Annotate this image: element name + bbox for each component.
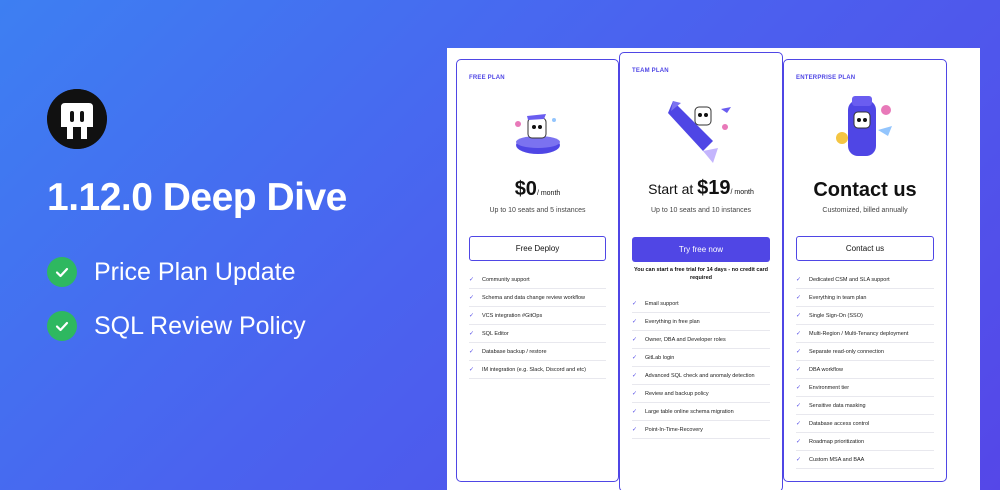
feature-sql-review: SQL Review Policy: [47, 311, 306, 341]
check-icon: ✓: [796, 457, 802, 463]
plan-label: FREE PLAN: [469, 75, 505, 81]
list-item: ✓ Everything in free plan: [632, 313, 770, 331]
list-item: ✓ Single Sign-On (SSO): [796, 307, 934, 325]
check-icon: ✓: [469, 277, 475, 283]
list-item: ✓ Environment tier: [796, 379, 934, 397]
list-item: ✓ Advanced SQL check and anomaly detectio…: [632, 367, 770, 385]
check-icon: ✓: [632, 337, 638, 343]
check-icon: ✓: [796, 313, 802, 319]
plan-feature-list: ✓ Email support ✓ Everything in free plan …: [632, 295, 770, 439]
team-plan-rocket-illustration-icon: [663, 93, 739, 165]
check-icon: ✓: [796, 367, 802, 373]
check-icon: ✓: [796, 439, 802, 445]
list-item: ✓ Dedicated CSM and SLA support: [796, 271, 934, 289]
check-icon: ✓: [632, 301, 638, 307]
page-title: 1.12.0 Deep Dive: [47, 176, 347, 219]
list-item: ✓ Sensitive data masking: [796, 397, 934, 415]
list-item: ✓ Multi-Region / Multi-Tenancy deployment: [796, 325, 934, 343]
list-item: ✓ Community support: [469, 271, 606, 289]
list-item: ✓ Point-In-Time-Recovery: [632, 421, 770, 439]
list-item: ✓ Review and backup policy: [632, 385, 770, 403]
list-item: ✓ Everything in team plan: [796, 289, 934, 307]
free-deploy-button[interactable]: Free Deploy: [469, 236, 606, 261]
check-icon: ✓: [469, 367, 475, 373]
plan-subtitle: Up to 10 seats and 10 instances: [650, 207, 751, 214]
bytebase-logo-icon: [47, 89, 107, 149]
check-icon: ✓: [796, 349, 802, 355]
list-item: ✓ Custom MSA and BAA: [796, 451, 934, 469]
check-icon: ✓: [796, 385, 802, 391]
plan-card-enterprise: ENTERPRISE PLAN Contact us Customized, b…: [783, 59, 947, 482]
try-free-now-button[interactable]: Try free now: [632, 237, 770, 262]
plan-price: $0/ month: [514, 178, 561, 200]
feature-label: SQL Review Policy: [94, 311, 306, 340]
list-item: ✓ Database backup / restore: [469, 343, 606, 361]
check-icon: ✓: [632, 319, 638, 325]
contact-us-button[interactable]: Contact us: [796, 236, 934, 261]
list-item: ✓ Database access control: [796, 415, 934, 433]
check-icon: ✓: [796, 403, 802, 409]
list-item: ✓ IM integration (e.g. Slack, Discord and…: [469, 361, 606, 379]
list-item: ✓ DBA workflow: [796, 361, 934, 379]
check-icon: ✓: [632, 409, 638, 415]
check-icon: ✓: [469, 313, 475, 319]
check-icon: ✓: [796, 295, 802, 301]
check-icon: ✓: [796, 331, 802, 337]
check-icon: ✓: [632, 427, 638, 433]
enterprise-plan-illustration-icon: [830, 90, 900, 166]
list-item: ✓ Separate read-only connection: [796, 343, 934, 361]
check-icon: ✓: [632, 355, 638, 361]
check-icon: ✓: [469, 295, 475, 301]
check-icon: ✓: [796, 421, 802, 427]
list-item: ✓ Schema and data change review workflow: [469, 289, 606, 307]
check-circle-icon: [47, 257, 77, 287]
check-icon: ✓: [632, 373, 638, 379]
plan-subtitle: Up to 10 seats and 5 instances: [489, 207, 586, 214]
feature-price-plan: Price Plan Update: [47, 257, 296, 287]
feature-label: Price Plan Update: [94, 257, 296, 286]
plan-subtitle: Customized, billed annually: [822, 207, 908, 214]
check-icon: ✓: [469, 349, 475, 355]
list-item: ✓ Email support: [632, 295, 770, 313]
check-icon: ✓: [796, 277, 802, 283]
pricing-panel: FREE PLAN $0/ month Up to 10 seats and 5…: [447, 48, 980, 490]
check-circle-icon: [47, 311, 77, 341]
list-item: ✓ Large table online schema migration: [632, 403, 770, 421]
trial-note: You can start a free trial for 14 days -…: [633, 267, 769, 281]
list-item: ✓ VCS integration #GitOps: [469, 307, 606, 325]
plan-label: TEAM PLAN: [632, 68, 669, 74]
plan-feature-list: ✓ Dedicated CSM and SLA support ✓ Everythi…: [796, 271, 934, 469]
list-item: ✓ Roadmap prioritization: [796, 433, 934, 451]
free-plan-illustration-icon: [508, 102, 568, 162]
plan-feature-list: ✓ Community support ✓ Schema and data chan…: [469, 271, 606, 379]
plan-card-free: FREE PLAN $0/ month Up to 10 seats and 5…: [456, 59, 619, 482]
list-item: ✓ GitLab login: [632, 349, 770, 367]
list-item: ✓ SQL Editor: [469, 325, 606, 343]
plan-card-team: TEAM PLAN Start at $19/ month Up to 10 s…: [619, 52, 783, 490]
plan-label: ENTERPRISE PLAN: [796, 75, 856, 81]
list-item: ✓ Owner, DBA and Developer roles: [632, 331, 770, 349]
plan-price: Start at $19/ month: [648, 177, 754, 199]
check-icon: ✓: [632, 391, 638, 397]
check-icon: ✓: [469, 331, 475, 337]
plan-price: Contact us: [813, 179, 917, 201]
